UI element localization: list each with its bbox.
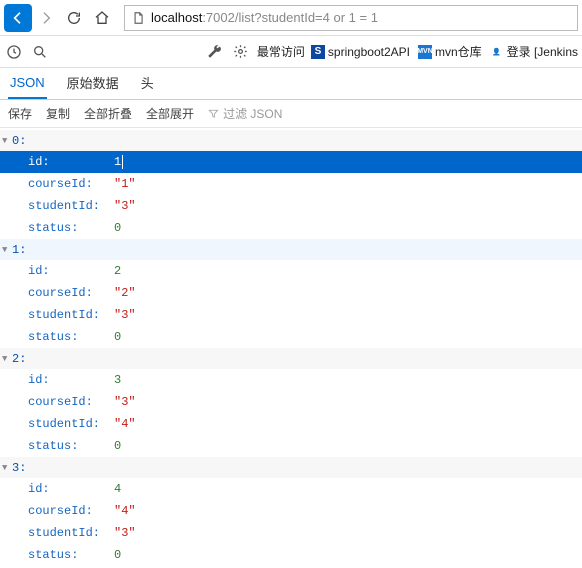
prop-value: "3" (114, 199, 136, 213)
prop-key: courseId: (28, 395, 114, 409)
bookmark-label: 登录 [Jenkins (507, 43, 578, 60)
json-property[interactable]: status:0 (0, 435, 582, 457)
prop-key: studentId: (28, 417, 114, 431)
prop-key: studentId: (28, 199, 114, 213)
prop-value: "3" (114, 526, 136, 540)
json-property[interactable]: id:3 (0, 369, 582, 391)
favicon: 👤 (490, 45, 504, 59)
bookmark-label: mvn仓库 (435, 43, 482, 60)
nav-toolbar: localhost:7002/list?studentId=4 or 1 = 1 (0, 0, 582, 36)
chevron-down-icon: ▼ (0, 463, 12, 473)
json-property[interactable]: studentId:"4" (0, 413, 582, 435)
prop-key: studentId: (28, 308, 114, 322)
group-index: 0: (12, 134, 26, 148)
prop-value: 0 (114, 439, 121, 453)
bookmark-label: springboot2API (328, 45, 410, 59)
prop-key: status: (28, 330, 114, 344)
json-actions: 保存 复制 全部折叠 全部展开 过滤 JSON (0, 100, 582, 128)
prop-value: 0 (114, 221, 121, 235)
json-property[interactable]: courseId:"4" (0, 500, 582, 522)
json-tree: ▼ 0:id:1courseId:"1"studentId:"3"status:… (0, 128, 582, 568)
bookmarks-bar: 最常访问 Sspringboot2API MVNmvn仓库 👤登录 [Jenkins (0, 36, 582, 68)
json-property[interactable]: studentId:"3" (0, 522, 582, 544)
json-property[interactable]: courseId:"3" (0, 391, 582, 413)
group-index: 1: (12, 243, 26, 257)
prop-value: 3 (114, 373, 121, 387)
group-index: 2: (12, 352, 26, 366)
forward-button[interactable] (32, 4, 60, 32)
json-property[interactable]: status:0 (0, 217, 582, 239)
devtools-tabs: JSON 原始数据 头 (0, 68, 582, 100)
group-index: 3: (12, 461, 26, 475)
prop-key: id: (28, 373, 114, 387)
prop-value: "3" (114, 308, 136, 322)
json-property[interactable]: status:0 (0, 544, 582, 566)
bookmark-freq[interactable]: 最常访问 (257, 43, 305, 60)
reload-button[interactable] (60, 4, 88, 32)
collapse-action[interactable]: 全部折叠 (84, 105, 132, 122)
json-group[interactable]: ▼ 0: (0, 130, 582, 151)
prop-value: "2" (114, 286, 136, 300)
favicon: MVN (418, 45, 432, 59)
tab-raw[interactable]: 原始数据 (65, 66, 121, 99)
json-property[interactable]: id:2 (0, 260, 582, 282)
prop-key: courseId: (28, 286, 114, 300)
chevron-down-icon: ▼ (0, 354, 12, 364)
expand-action[interactable]: 全部展开 (146, 105, 194, 122)
prop-value: 4 (114, 482, 121, 496)
json-property[interactable]: studentId:"3" (0, 195, 582, 217)
json-group[interactable]: ▼ 2: (0, 348, 582, 369)
search-icon[interactable] (30, 44, 50, 60)
json-property[interactable]: courseId:"1" (0, 173, 582, 195)
json-group[interactable]: ▼ 1: (0, 239, 582, 260)
prop-value: 0 (114, 330, 121, 344)
chevron-down-icon: ▼ (0, 136, 12, 146)
prop-value: "1" (114, 177, 136, 191)
json-property[interactable]: status:0 (0, 326, 582, 348)
page-icon (131, 11, 145, 25)
prop-value: "4" (114, 504, 136, 518)
prop-key: status: (28, 548, 114, 562)
prop-value: 1 (114, 155, 123, 169)
gear-icon[interactable] (231, 44, 251, 59)
json-property[interactable]: id:1 (0, 151, 582, 173)
json-property[interactable]: id:4 (0, 478, 582, 500)
favicon: S (311, 45, 325, 59)
prop-value: "3" (114, 395, 136, 409)
prop-value: 2 (114, 264, 121, 278)
copy-action[interactable]: 复制 (46, 105, 70, 122)
prop-key: studentId: (28, 526, 114, 540)
url-bar[interactable]: localhost:7002/list?studentId=4 or 1 = 1 (124, 5, 578, 31)
prop-key: id: (28, 482, 114, 496)
prop-key: courseId: (28, 504, 114, 518)
tab-head[interactable]: 头 (139, 66, 156, 99)
bookmark-item[interactable]: 👤登录 [Jenkins (490, 43, 578, 60)
wrench-icon[interactable] (205, 44, 225, 59)
prop-key: status: (28, 439, 114, 453)
back-button[interactable] (4, 4, 32, 32)
filter-json[interactable]: 过滤 JSON (208, 105, 282, 122)
save-action[interactable]: 保存 (8, 105, 32, 122)
url-text: localhost:7002/list?studentId=4 or 1 = 1 (151, 10, 378, 25)
tab-json[interactable]: JSON (8, 68, 47, 99)
prop-key: courseId: (28, 177, 114, 191)
prop-key: id: (28, 155, 114, 169)
home-button[interactable] (88, 4, 116, 32)
prop-key: id: (28, 264, 114, 278)
chevron-down-icon: ▼ (0, 245, 12, 255)
prop-value: 0 (114, 548, 121, 562)
history-icon[interactable] (4, 44, 24, 60)
prop-value: "4" (114, 417, 136, 431)
bookmark-item[interactable]: MVNmvn仓库 (418, 43, 482, 60)
json-property[interactable]: studentId:"3" (0, 304, 582, 326)
json-group[interactable]: ▼ 3: (0, 457, 582, 478)
prop-key: status: (28, 221, 114, 235)
bookmark-item[interactable]: Sspringboot2API (311, 45, 410, 59)
json-property[interactable]: courseId:"2" (0, 282, 582, 304)
